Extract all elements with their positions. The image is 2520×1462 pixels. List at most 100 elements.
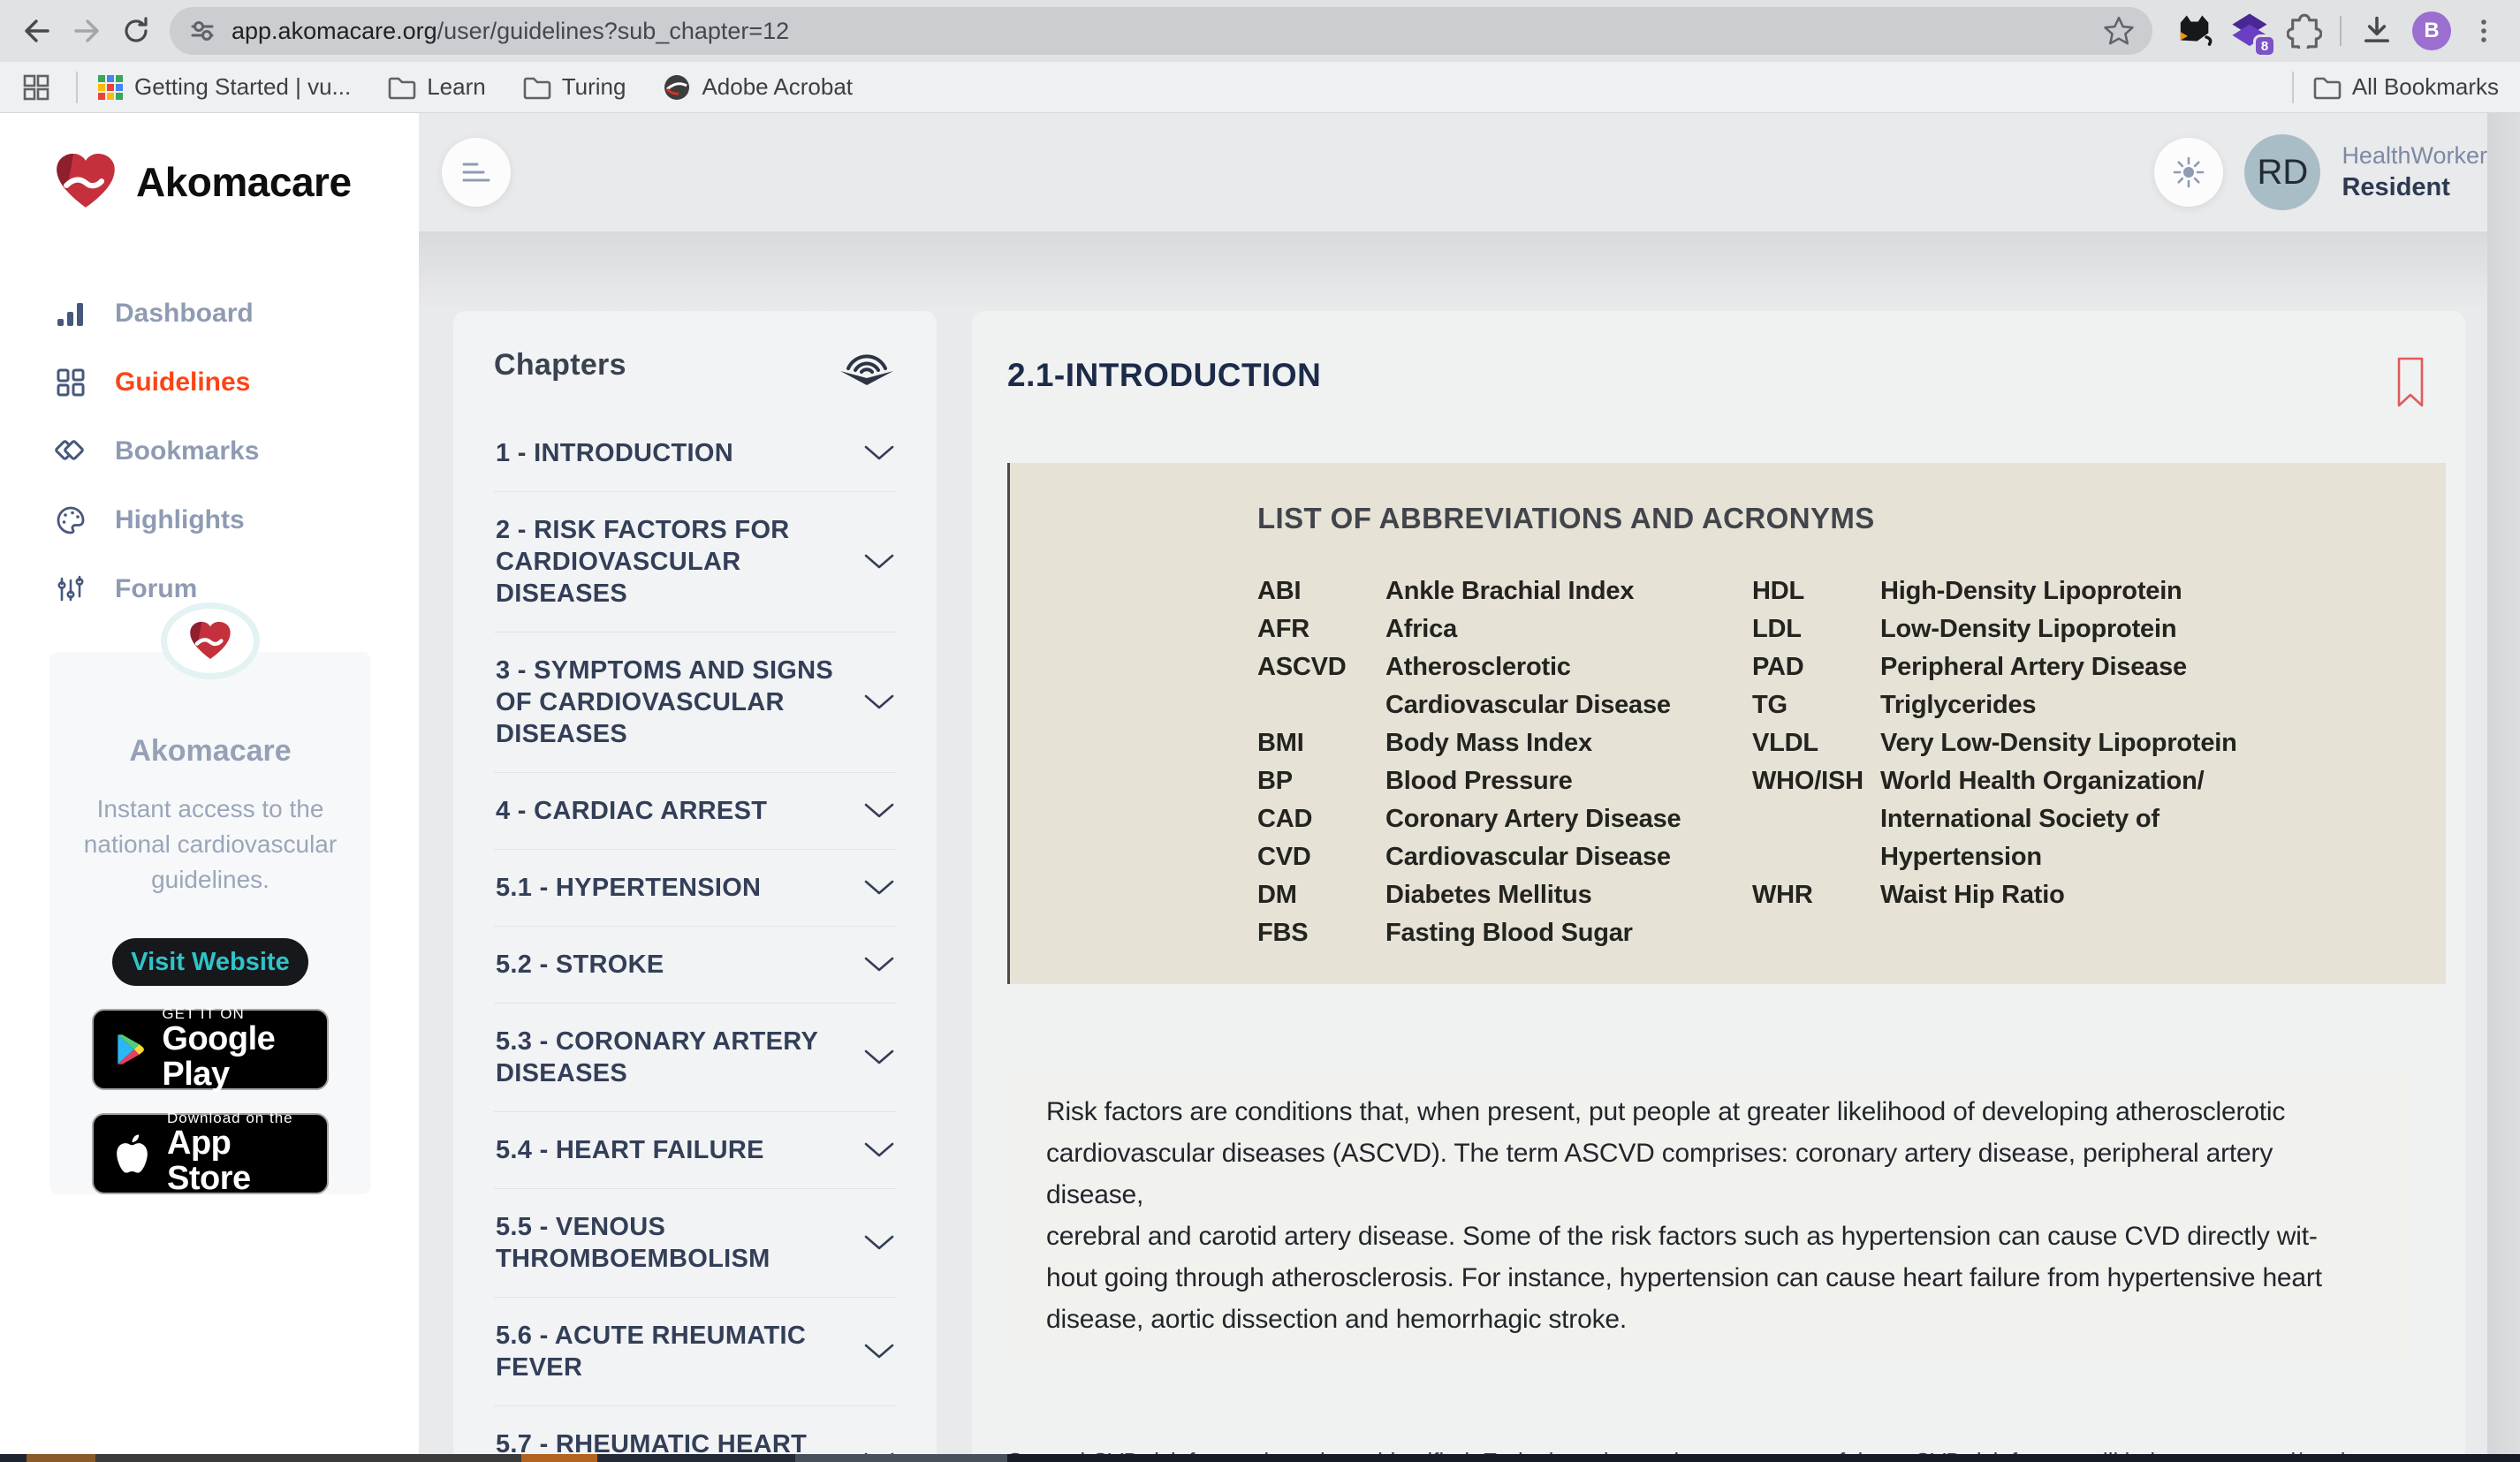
hamburger-menu-icon — [459, 158, 494, 186]
downloads-button[interactable] — [2359, 13, 2395, 49]
taskbar-segment — [597, 1454, 795, 1462]
abbreviation-row: WHO/ISH World Health Organization/ Inter… — [1752, 762, 2428, 876]
chapter-item[interactable]: 5.2 - STROKE — [494, 927, 896, 1004]
reload-icon — [120, 15, 152, 47]
sidebar-item-label: Forum — [115, 574, 197, 604]
sidebar-nav: Dashboard Guidelines Bookmarks Highlight… — [0, 279, 419, 624]
chapter-item[interactable]: 5.3 - CORONARY ARTERY DISEASES — [494, 1004, 896, 1112]
abbreviation-row: BMI Body Mass Index — [1257, 724, 1752, 762]
page-scrollbar[interactable] — [2487, 113, 2520, 1462]
chapter-item[interactable]: 2 - RISK FACTORS FOR CARDIOVASCULAR DISE… — [494, 492, 896, 633]
sidebar-item-dashboard[interactable]: Dashboard — [0, 279, 419, 348]
cat-extension-icon — [2175, 12, 2213, 49]
url-text: app.akomacare.org/user/guidelines?sub_ch… — [232, 18, 2103, 45]
abbreviation-key: BMI — [1257, 724, 1385, 762]
header-shadow — [419, 231, 2520, 311]
abbreviation-row: TG Triglycerides — [1752, 686, 2428, 724]
promo-description: Instant access to the national cardiovas… — [49, 792, 371, 898]
reload-button[interactable] — [111, 6, 161, 56]
kebab-menu-icon — [2469, 16, 2499, 46]
apps-grid-button[interactable] — [21, 72, 51, 102]
abbreviation-row: BP Blood Pressure — [1257, 762, 1752, 800]
sidebar-item-highlights[interactable]: Highlights — [0, 486, 419, 555]
extension-purple-button[interactable]: 8 — [2230, 11, 2269, 50]
google-play-badge[interactable]: GET IT ON Google Play — [92, 1009, 329, 1090]
bookmark-label: Turing — [562, 73, 626, 101]
bookmark-item-adobe-acrobat[interactable]: Adobe Acrobat — [663, 73, 853, 102]
chevron-down-icon — [864, 445, 894, 461]
profile-avatar: B — [2412, 11, 2451, 50]
abbreviations-box: LIST OF ABBREVIATIONS AND ACRONYMS ABI A… — [1007, 463, 2446, 984]
site-settings-icon[interactable] — [187, 16, 217, 46]
chapter-label: 1 - INTRODUCTION — [496, 437, 733, 469]
abbreviation-key: AFR — [1257, 610, 1385, 648]
abbreviation-key: CAD — [1257, 800, 1385, 838]
folder-icon — [388, 75, 416, 100]
chapter-item[interactable]: 5.1 - HYPERTENSION — [494, 850, 896, 927]
chapter-label: 4 - CARDIAC ARREST — [496, 795, 767, 827]
promo-logo-badge — [161, 602, 260, 679]
chapter-item[interactable]: 5.6 - ACUTE RHEUMATIC FEVER — [494, 1298, 896, 1406]
bookmark-item-turing[interactable]: Turing — [523, 73, 626, 101]
abbreviation-definition: Atherosclerotic Cardiovascular Disease — [1385, 648, 1671, 724]
abbreviation-key: TG — [1752, 686, 1880, 724]
sidebar-item-label: Bookmarks — [115, 436, 259, 466]
abbreviation-definition: World Health Organization/ International… — [1880, 762, 2204, 876]
browser-menu-button[interactable] — [2469, 16, 2499, 46]
abbreviation-row: FBS Fasting Blood Sugar — [1257, 914, 1752, 952]
forward-button[interactable] — [62, 6, 111, 56]
chapter-item[interactable]: 1 - INTRODUCTION — [494, 415, 896, 492]
brand-name: Akomacare — [136, 158, 352, 206]
chapter-item[interactable]: 4 - CARDIAC ARREST — [494, 773, 896, 850]
bookmark-item-learn[interactable]: Learn — [388, 73, 486, 101]
theme-toggle-button[interactable] — [2154, 138, 2223, 207]
bookmark-label: Getting Started | vu... — [134, 73, 351, 101]
user-avatar[interactable]: RD — [2244, 134, 2320, 210]
chapter-label: 5.2 - STROKE — [496, 949, 664, 981]
address-bar[interactable]: app.akomacare.org/user/guidelines?sub_ch… — [170, 7, 2152, 55]
bookmark-item-getting-started[interactable]: Getting Started | vu... — [97, 73, 351, 101]
audiobook-icon[interactable] — [838, 345, 896, 385]
taskbar-segment — [27, 1454, 95, 1462]
all-bookmarks-button[interactable]: All Bookmarks — [2313, 73, 2499, 101]
browser-chrome: app.akomacare.org/user/guidelines?sub_ch… — [0, 0, 2520, 113]
menu-toggle-button[interactable] — [442, 138, 511, 207]
chapter-label: 5.1 - HYPERTENSION — [496, 872, 761, 904]
back-button[interactable] — [12, 6, 62, 56]
abbreviations-column-left: ABI Ankle Brachial Index AFR Africa ASCV… — [1257, 572, 1752, 952]
visit-website-button[interactable]: Visit Website — [112, 938, 308, 986]
abbreviation-key: ABI — [1257, 572, 1385, 610]
extension-cat-button[interactable] — [2175, 12, 2213, 49]
user-role: Resident — [2342, 173, 2487, 202]
chapter-item[interactable]: 5.4 - HEART FAILURE — [494, 1112, 896, 1189]
app-store-badge[interactable]: Download on the App Store — [92, 1113, 329, 1194]
abbreviation-definition: Fasting Blood Sugar — [1385, 914, 1633, 952]
chapters-header: Chapters — [494, 345, 896, 385]
sidebar-item-guidelines[interactable]: Guidelines — [0, 348, 419, 417]
toolbar-divider — [2340, 16, 2342, 46]
sidebar: Akomacare Dashboard Guidelines Bookmarks… — [0, 113, 419, 1462]
sidebar-item-label: Highlights — [115, 505, 245, 535]
bookmark-ribbon-icon[interactable] — [2396, 357, 2425, 408]
page-title: 2.1-INTRODUCTION — [1007, 357, 1321, 394]
abbreviation-key: WHR — [1752, 876, 1880, 914]
brand[interactable]: Akomacare — [0, 113, 419, 214]
abbreviation-key: ASCVD — [1257, 648, 1385, 724]
chapter-item[interactable]: 5.5 - VENOUS THROMBOEMBOLISM — [494, 1189, 896, 1298]
abbreviation-row: VLDL Very Low-Density Lipoprotein — [1752, 724, 2428, 762]
abbreviation-definition: Africa — [1385, 610, 1457, 648]
extensions-button[interactable] — [2287, 13, 2322, 49]
abbreviation-row: ABI Ankle Brachial Index — [1257, 572, 1752, 610]
abbreviation-row: CAD Coronary Artery Disease — [1257, 800, 1752, 838]
profile-button[interactable]: B — [2412, 11, 2451, 50]
bookmark-star-icon[interactable] — [2103, 15, 2135, 47]
forward-arrow-icon — [71, 15, 102, 47]
promo-title: Akomacare — [129, 734, 291, 769]
chapter-item[interactable]: 3 - SYMPTOMS AND SIGNS OF CARDIOVASCULAR… — [494, 633, 896, 773]
abbreviation-key: CVD — [1257, 838, 1385, 876]
sidebar-item-bookmarks[interactable]: Bookmarks — [0, 417, 419, 486]
abbreviation-key: PAD — [1752, 648, 1880, 686]
abbreviation-key: LDL — [1752, 610, 1880, 648]
user-info[interactable]: HealthWorker Resident — [2342, 142, 2487, 202]
bookmarks-bar: Getting Started | vu... Learn Turing Ado… — [0, 62, 2520, 113]
